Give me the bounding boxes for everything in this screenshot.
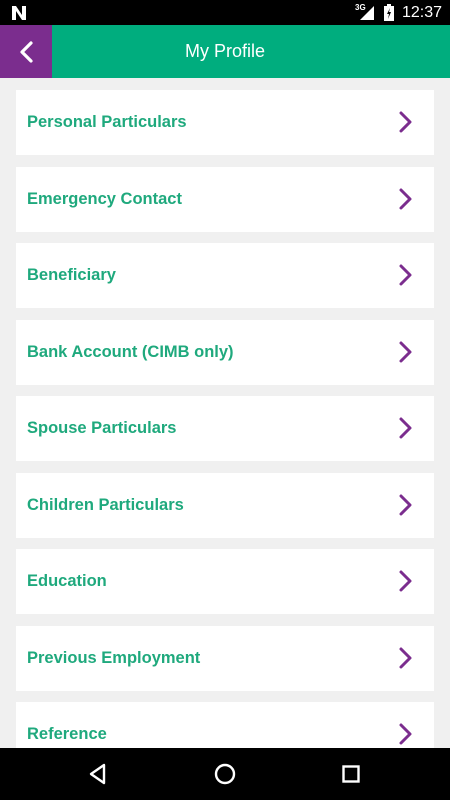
chevron-right-icon <box>399 188 412 209</box>
menu-item-beneficiary[interactable]: Beneficiary <box>16 243 434 308</box>
status-bar: 3G 12:37 <box>0 0 450 25</box>
menu-item-bank-account[interactable]: Bank Account (CIMB only) <box>16 319 434 385</box>
home-circle-icon[interactable] <box>211 760 239 788</box>
menu-item-label: Children Particulars <box>27 495 184 514</box>
back-button[interactable] <box>0 25 52 78</box>
chevron-right-icon <box>399 341 412 362</box>
status-clock: 12:37 <box>402 4 443 21</box>
chevron-right-icon <box>399 111 412 133</box>
chevron-right-icon <box>399 264 412 286</box>
recents-square-icon[interactable] <box>337 760 365 788</box>
chevron-right-icon <box>399 417 412 439</box>
chevron-right-icon <box>399 570 412 592</box>
page-title: My Profile <box>184 41 265 61</box>
menu-item-label: Beneficiary <box>27 266 116 284</box>
chevron-right-icon <box>399 647 412 668</box>
back-triangle-icon[interactable] <box>84 760 112 788</box>
app-bar: My Profile <box>0 25 450 78</box>
menu-item-label: Personal Particulars <box>27 113 187 131</box>
menu-item-label: Reference <box>27 725 107 743</box>
menu-item-children-particulars[interactable]: Children Particulars <box>16 472 434 538</box>
menu-item-personal-particulars[interactable]: Personal Particulars <box>16 90 434 155</box>
battery-icon <box>384 4 394 21</box>
menu-item-label: Emergency Contact <box>27 189 182 208</box>
profile-menu-list: Personal Particulars Emergency Contact B… <box>16 90 434 748</box>
system-navigation-bar <box>0 748 450 800</box>
chevron-right-icon <box>399 494 412 515</box>
menu-item-previous-employment[interactable]: Previous Employment <box>16 625 434 691</box>
menu-item-label: Bank Account (CIMB only) <box>27 342 234 361</box>
menu-item-label: Previous Employment <box>27 648 201 667</box>
notification-n-icon <box>12 6 26 20</box>
menu-item-reference[interactable]: Reference <box>16 702 434 748</box>
menu-item-education[interactable]: Education <box>16 549 434 614</box>
menu-item-label: Education <box>27 572 107 590</box>
chevron-left-icon <box>20 40 33 63</box>
menu-item-emergency-contact[interactable]: Emergency Contact <box>16 166 434 232</box>
menu-item-label: Spouse Particulars <box>27 419 177 437</box>
chevron-right-icon <box>399 723 412 745</box>
signal-icon <box>360 6 374 20</box>
menu-item-spouse-particulars[interactable]: Spouse Particulars <box>16 396 434 461</box>
